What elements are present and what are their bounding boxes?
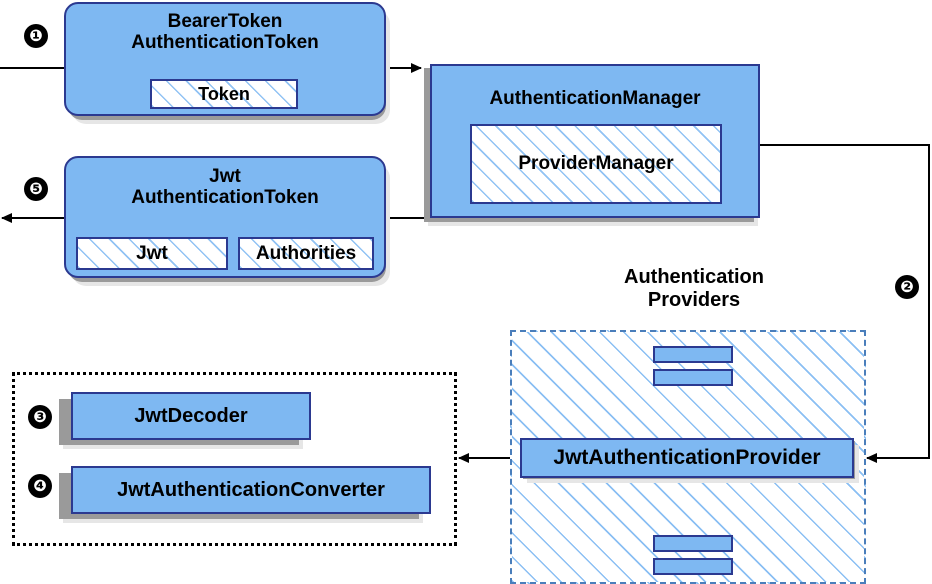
step-marker-1: ❶ bbox=[24, 24, 48, 48]
provider-placeholder-bar-bottom-1 bbox=[653, 535, 733, 552]
jwt-converter-title: JwtAuthenticationConverter bbox=[117, 478, 385, 501]
step-marker-5: ❺ bbox=[24, 177, 48, 201]
slot-provider-manager: ProviderManager bbox=[470, 124, 722, 204]
slot-authorities: Authorities bbox=[238, 237, 374, 270]
step-marker-4: ❹ bbox=[28, 474, 52, 498]
node-jwt-authentication-converter[interactable]: JwtAuthenticationConverter bbox=[71, 466, 431, 514]
authentication-manager-title: AuthenticationManager bbox=[489, 88, 701, 109]
node-jwt-decoder[interactable]: JwtDecoder bbox=[71, 392, 311, 440]
authentication-providers-caption: Authentication Providers bbox=[624, 266, 764, 311]
jwt-token-title: Jwt AuthenticationToken bbox=[131, 166, 319, 209]
jwt-provider-title: JwtAuthenticationProvider bbox=[553, 446, 821, 470]
provider-placeholder-bar-top-1 bbox=[653, 346, 733, 363]
slot-jwt: Jwt bbox=[76, 237, 228, 270]
jwt-authentication-architecture-diagram: ❶ ❷ ❸ ❹ ❺ BearerToken AuthenticationToke… bbox=[0, 0, 932, 584]
provider-placeholder-bar-top-2 bbox=[653, 369, 733, 386]
bearer-token-title: BearerToken AuthenticationToken bbox=[131, 11, 319, 54]
node-jwt-authentication-provider[interactable]: JwtAuthenticationProvider bbox=[520, 438, 854, 478]
jwt-decoder-title: JwtDecoder bbox=[134, 404, 248, 427]
step-marker-2: ❷ bbox=[895, 275, 919, 299]
step-marker-3: ❸ bbox=[28, 405, 52, 429]
slot-token: Token bbox=[150, 79, 298, 109]
provider-placeholder-bar-bottom-2 bbox=[653, 558, 733, 575]
